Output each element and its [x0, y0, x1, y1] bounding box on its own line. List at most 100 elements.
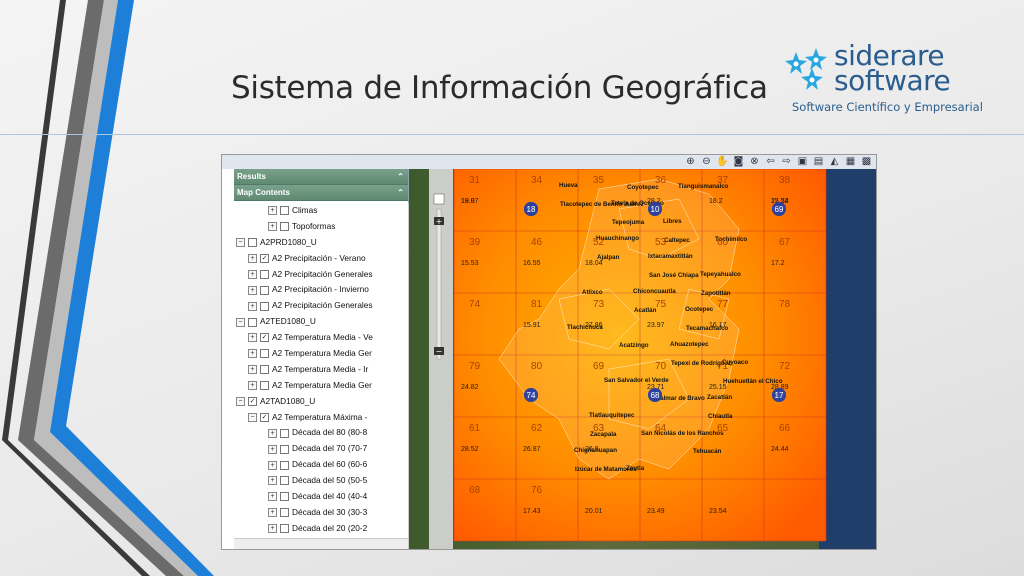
layer-tree-item[interactable]: + Década del 40 (40-4: [234, 489, 408, 505]
layer-tree-item[interactable]: + A2 Precipitación Generales: [234, 298, 408, 314]
expand-icon[interactable]: +: [248, 253, 257, 263]
grid-number: 66: [779, 423, 791, 434]
expand-icon[interactable]: +: [248, 333, 257, 343]
collapse-icon[interactable]: −: [248, 412, 257, 422]
expand-icon[interactable]: +: [268, 460, 277, 470]
expand-icon[interactable]: +: [268, 428, 277, 438]
station-marker-label: 18: [527, 205, 536, 214]
layer-checkbox[interactable]: [260, 285, 269, 295]
expand-icon[interactable]: +: [248, 269, 257, 279]
coordinates-icon[interactable]: ▦: [843, 155, 858, 169]
layer-checkbox[interactable]: ✓: [260, 412, 269, 422]
layer-checkbox[interactable]: [260, 269, 269, 279]
grid-number: 74: [469, 299, 481, 310]
print-icon[interactable]: ▤: [811, 155, 826, 169]
layer-tree-item[interactable]: + A2 Precipitación - Invierno: [234, 282, 408, 298]
expand-icon[interactable]: +: [268, 476, 277, 486]
layer-tree-item[interactable]: + ✓ A2 Temperatura Media - Ve: [234, 330, 408, 346]
layer-label: A2 Precipitación Generales: [272, 300, 373, 311]
expand-icon[interactable]: +: [268, 492, 277, 502]
expand-icon[interactable]: +: [268, 508, 277, 518]
grid-number: 52: [593, 237, 605, 248]
layer-tree-item[interactable]: + Década del 70 (70-7: [234, 441, 408, 457]
layer-tree-item[interactable]: − A2TED1080_U: [234, 314, 408, 330]
layer-tree-item[interactable]: + A2 Temperatura Media Ger: [234, 378, 408, 394]
collapse-icon[interactable]: ⌃: [397, 185, 404, 200]
layer-checkbox[interactable]: [260, 365, 269, 375]
layer-checkbox[interactable]: [280, 476, 289, 486]
expand-icon[interactable]: +: [248, 301, 257, 311]
layer-checkbox[interactable]: [280, 428, 289, 438]
grid-number: 76: [531, 485, 543, 496]
layer-checkbox[interactable]: ✓: [248, 397, 257, 406]
layer-checkbox[interactable]: [280, 206, 289, 216]
layer-checkbox[interactable]: [280, 492, 289, 502]
layer-checkbox[interactable]: [280, 508, 289, 518]
map-view[interactable]: HuevaHuauchinangoChiconcuautlaAhuazotepe…: [409, 169, 876, 549]
expand-icon[interactable]: +: [268, 206, 277, 216]
temperature-value: 18.2: [709, 198, 723, 205]
back-arrow-icon[interactable]: ⇦: [763, 155, 778, 169]
expand-icon[interactable]: +: [268, 222, 277, 232]
layer-checkbox[interactable]: [280, 460, 289, 470]
layer-tree-item[interactable]: + Topoformas: [234, 219, 408, 235]
layer-tree-item[interactable]: + Década del 60 (60-6: [234, 457, 408, 473]
expand-icon[interactable]: +: [268, 444, 277, 454]
layer-tree-item[interactable]: + A2 Temperatura Media Ger: [234, 346, 408, 362]
temperature-value: 16.17: [709, 322, 727, 329]
layer-checkbox[interactable]: [280, 444, 289, 454]
place-label: Zapotitlán: [701, 290, 731, 297]
layer-tree-item[interactable]: + Climas: [234, 203, 408, 219]
layer-tree-item[interactable]: − ✓ A2 Temperatura Máxima -: [234, 410, 408, 426]
expand-icon[interactable]: +: [268, 524, 277, 534]
layer-tree-item[interactable]: + Década del 80 (80-8: [234, 425, 408, 441]
identify-icon[interactable]: ▣: [795, 155, 810, 169]
pan-control-icon[interactable]: [433, 193, 445, 205]
layer-checkbox[interactable]: [280, 524, 289, 534]
forward-arrow-icon[interactable]: ⇨: [779, 155, 794, 169]
collapse-icon[interactable]: −: [236, 397, 245, 406]
layer-checkbox[interactable]: [248, 317, 257, 327]
collapse-icon[interactable]: −: [236, 317, 245, 327]
place-label: Ahuazotepec: [670, 341, 709, 348]
expand-icon[interactable]: +: [248, 349, 257, 359]
grid-icon[interactable]: ▩: [859, 155, 874, 169]
layer-tree-item[interactable]: − A2PRD1080_U: [234, 235, 408, 251]
collapse-icon[interactable]: ⌃: [397, 169, 404, 184]
zoom-out-icon[interactable]: ⊖: [699, 155, 714, 169]
layer-tree-item[interactable]: + Década del 20 (20-2: [234, 521, 408, 537]
layer-tree-item[interactable]: + ✓ A2 Precipitación - Verano: [234, 251, 408, 267]
zoom-in-icon[interactable]: ⊕: [683, 155, 698, 169]
ruler-icon[interactable]: ◭: [827, 155, 842, 169]
layer-checkbox[interactable]: [280, 222, 289, 232]
layer-tree-item[interactable]: + Década del 30 (30-3: [234, 505, 408, 521]
zoom-extent-icon[interactable]: ⊗: [747, 155, 762, 169]
grid-number: 60: [717, 237, 729, 248]
layer-tree-item[interactable]: + A2 Temperatura Media - Ir: [234, 362, 408, 378]
station-marker-label: 74: [527, 391, 536, 400]
pan-hand-icon[interactable]: ✋: [715, 155, 730, 169]
layer-checkbox[interactable]: ✓: [260, 333, 269, 343]
zoom-box-icon[interactable]: ◙: [731, 155, 746, 169]
layer-checkbox[interactable]: ✓: [260, 253, 269, 263]
temperature-value: 24.44: [771, 446, 789, 453]
layer-tree-item[interactable]: − ✓ A2TAD1080_U: [234, 394, 408, 410]
layer-tree-item[interactable]: + Década del 50 (50-5: [234, 473, 408, 489]
layer-label: A2 Temperatura Media Ger: [272, 348, 372, 359]
expand-icon[interactable]: +: [248, 365, 257, 375]
layer-checkbox[interactable]: [260, 301, 269, 311]
map-contents-header[interactable]: Map Contents ⌃: [234, 185, 408, 201]
results-header[interactable]: Results ⌃: [234, 169, 408, 185]
grid-number: 38: [779, 175, 791, 186]
expand-icon[interactable]: +: [248, 381, 257, 391]
layer-checkbox[interactable]: [260, 349, 269, 359]
temperature-value: 20.01: [585, 508, 603, 515]
collapse-icon[interactable]: −: [236, 238, 245, 248]
expand-icon[interactable]: +: [248, 285, 257, 295]
place-label: Ixtacamaxtitlán: [648, 253, 693, 260]
layer-checkbox[interactable]: [248, 238, 257, 248]
layer-tree-hscrollbar[interactable]: [234, 538, 408, 549]
layer-tree-item[interactable]: + A2 Precipitación Generales: [234, 267, 408, 283]
layer-checkbox[interactable]: [260, 381, 269, 391]
slide-title: Sistema de Información Geográfica: [231, 70, 768, 106]
